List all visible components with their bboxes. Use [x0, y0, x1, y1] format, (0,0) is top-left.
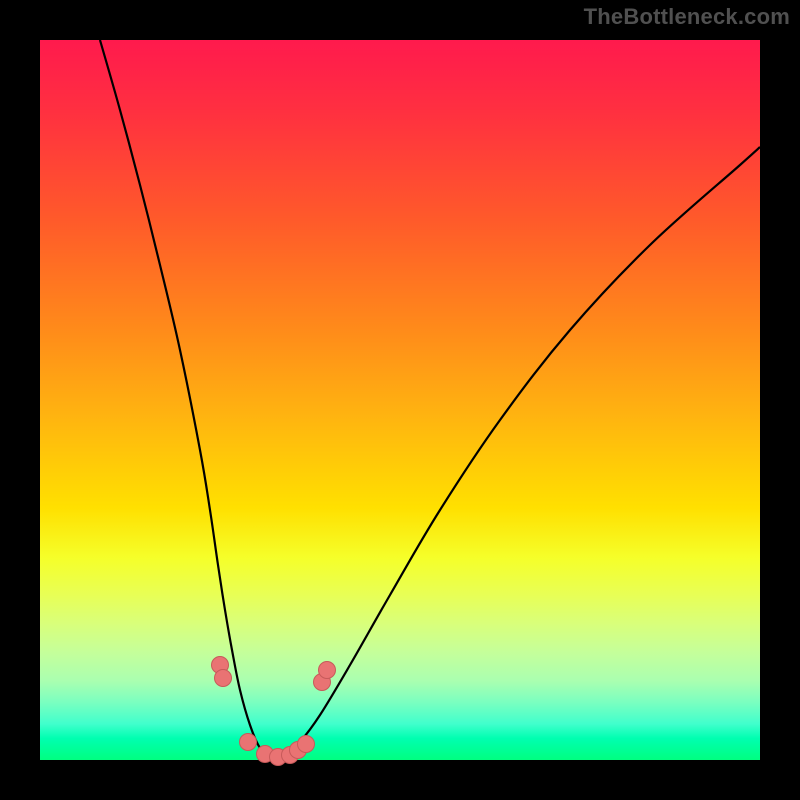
m-right-upper-b	[319, 662, 336, 679]
plot-area	[40, 40, 760, 760]
bottleneck-curve	[100, 40, 760, 759]
curve-svg	[40, 40, 760, 760]
chart-frame: TheBottleneck.com	[0, 0, 800, 800]
watermark-text: TheBottleneck.com	[584, 4, 790, 30]
data-markers	[212, 657, 336, 766]
m-bottom-left	[240, 734, 257, 751]
m-left-upper-b	[215, 670, 232, 687]
m-bottom-e	[298, 736, 315, 753]
